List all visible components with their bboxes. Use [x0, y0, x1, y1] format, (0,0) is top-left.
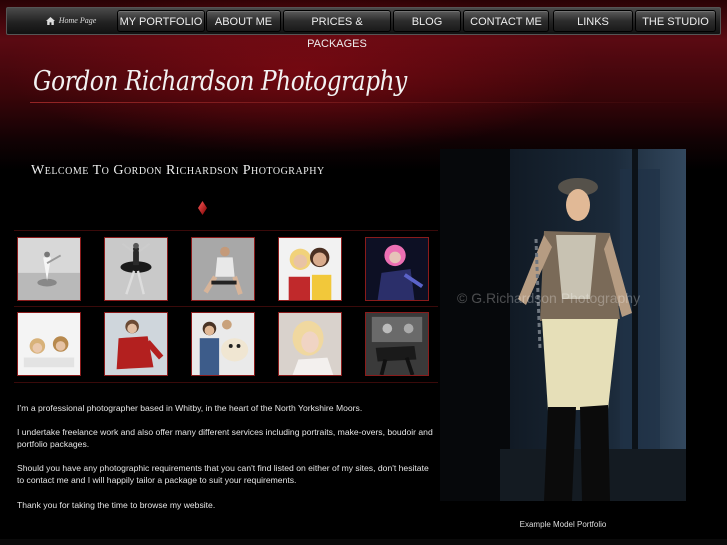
intro-paragraph-1: I’m a professional photographer based in…: [17, 403, 363, 413]
page: Home Page MY PORTFOLIO ABOUT ME PRICES &…: [0, 0, 727, 545]
blonde-portrait-photo-icon: [279, 313, 341, 375]
thumbnail-5[interactable]: [365, 237, 429, 301]
thumbnail-8[interactable]: [191, 312, 255, 376]
nav-about-me[interactable]: ABOUT ME: [206, 10, 281, 32]
seated-model-photo-icon: [192, 238, 254, 300]
gallery-top-divider: [14, 230, 438, 231]
photo-watermark: © G.Richardson Photography: [457, 290, 641, 306]
thumbnail-10[interactable]: [365, 312, 429, 376]
home-icon: [45, 17, 55, 26]
red-jumper-model-photo-icon: [105, 313, 167, 375]
gallery-bottom-divider: [14, 382, 438, 383]
title-divider: [30, 102, 720, 103]
thumbnail-1[interactable]: [17, 237, 81, 301]
ballet-dancer-beach-photo-icon: [18, 238, 80, 300]
nav-my-portfolio[interactable]: MY PORTFOLIO: [117, 10, 205, 32]
two-girls-lying-photo-icon: [18, 313, 80, 375]
two-blonde-women-photo-icon: [279, 238, 341, 300]
gallery-middle-divider: [14, 306, 438, 307]
nav-prices-packages[interactable]: PRICES & PACKAGES: [283, 10, 391, 50]
thumbnail-2[interactable]: [104, 237, 168, 301]
nav-contact-me[interactable]: CONTACT ME: [463, 10, 549, 32]
site-title[interactable]: Gordon Richardson Photography: [33, 66, 407, 97]
feature-caption: Example Model Portfolio: [519, 520, 607, 529]
nav-blog[interactable]: BLOG: [393, 10, 461, 32]
nav-home-link[interactable]: Home Page: [35, 10, 107, 32]
thumbnail-7[interactable]: [104, 312, 168, 376]
pink-hair-model-photo-icon: [366, 238, 428, 300]
thumbnail-3[interactable]: [191, 237, 255, 301]
main-nav: Home Page MY PORTFOLIO ABOUT ME PRICES &…: [6, 7, 721, 50]
intro-paragraph-4: Thank you for taking the time to browse …: [17, 500, 216, 510]
ballerina-tutu-photo-icon: [105, 238, 167, 300]
nav-home-label: Home Page: [58, 16, 97, 25]
footer-strip: [0, 539, 727, 545]
welcome-heading: Welcome To Gordon Richardson Photography: [31, 163, 325, 178]
thumbnail-6[interactable]: [17, 312, 81, 376]
model-in-doorway-photo-icon: [440, 149, 686, 501]
thumbnail-9[interactable]: [278, 312, 342, 376]
intro-paragraph-2: I undertake freelance work and also offe…: [17, 427, 433, 450]
couple-with-dog-photo-icon: [192, 313, 254, 375]
red-diamond-icon: [198, 201, 207, 215]
mirror-boudoir-photo-icon: [366, 313, 428, 375]
nav-the-studio[interactable]: THE STUDIO: [635, 10, 716, 32]
feature-photo[interactable]: [440, 149, 686, 501]
thumbnail-4[interactable]: [278, 237, 342, 301]
intro-paragraph-3: Should you have any photographic require…: [17, 463, 429, 486]
nav-links[interactable]: LINKS: [553, 10, 633, 32]
